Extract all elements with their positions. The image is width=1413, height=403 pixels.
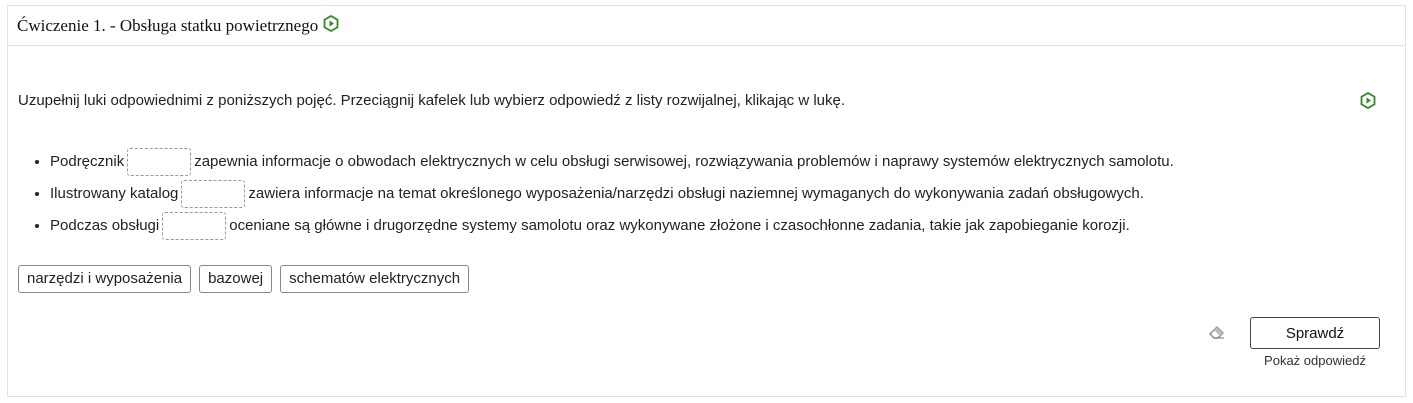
item-text-before: Ilustrowany katalog: [50, 184, 179, 202]
eraser-icon[interactable]: [1208, 324, 1226, 345]
item-text-after: zapewnia informacje o obwodach elektrycz…: [194, 152, 1174, 170]
list-item: Podczas obsługi oceniane są główne i drug…: [50, 212, 1174, 244]
item-text-after: oceniane są główne i drugorzędne systemy…: [229, 216, 1130, 234]
show-answer-link[interactable]: Pokaż odpowiedź: [1250, 353, 1380, 368]
answer-gap[interactable]: [181, 180, 246, 208]
exercise-title: Ćwiczenie 1. - Obsługa statku powietrzne…: [17, 15, 319, 35]
list-item: Podręcznik zapewnia informacje o obwodach…: [50, 148, 1174, 180]
answer-tile[interactable]: bazowej: [199, 265, 273, 293]
answer-tile[interactable]: schematów elektrycznych: [280, 265, 470, 293]
answer-gap[interactable]: [127, 148, 192, 176]
check-button[interactable]: Sprawdź: [1250, 317, 1380, 349]
answer-tile[interactable]: narzędzi i wyposażenia: [18, 265, 192, 293]
answer-gap[interactable]: [162, 212, 227, 240]
instruction-text: Uzupełnij luki odpowiednimi z poniższych…: [18, 92, 846, 109]
item-text-before: Podczas obsługi: [50, 216, 160, 234]
list-item: Ilustrowany katalog zawiera informacje na…: [50, 180, 1174, 212]
panel-header: Ćwiczenie 1. - Obsługa statku powietrzne…: [8, 6, 1405, 46]
answer-tiles: narzędzi i wyposażenia bazowej schematów…: [18, 265, 470, 293]
item-text-after: zawiera informacje na temat określonego …: [248, 184, 1144, 202]
hexagon-play-icon[interactable]: [323, 14, 339, 37]
item-text-before: Podręcznik: [50, 152, 125, 170]
fill-in-list: Podręcznik zapewnia informacje o obwodach…: [18, 148, 1174, 244]
hexagon-play-icon[interactable]: [1360, 91, 1376, 114]
